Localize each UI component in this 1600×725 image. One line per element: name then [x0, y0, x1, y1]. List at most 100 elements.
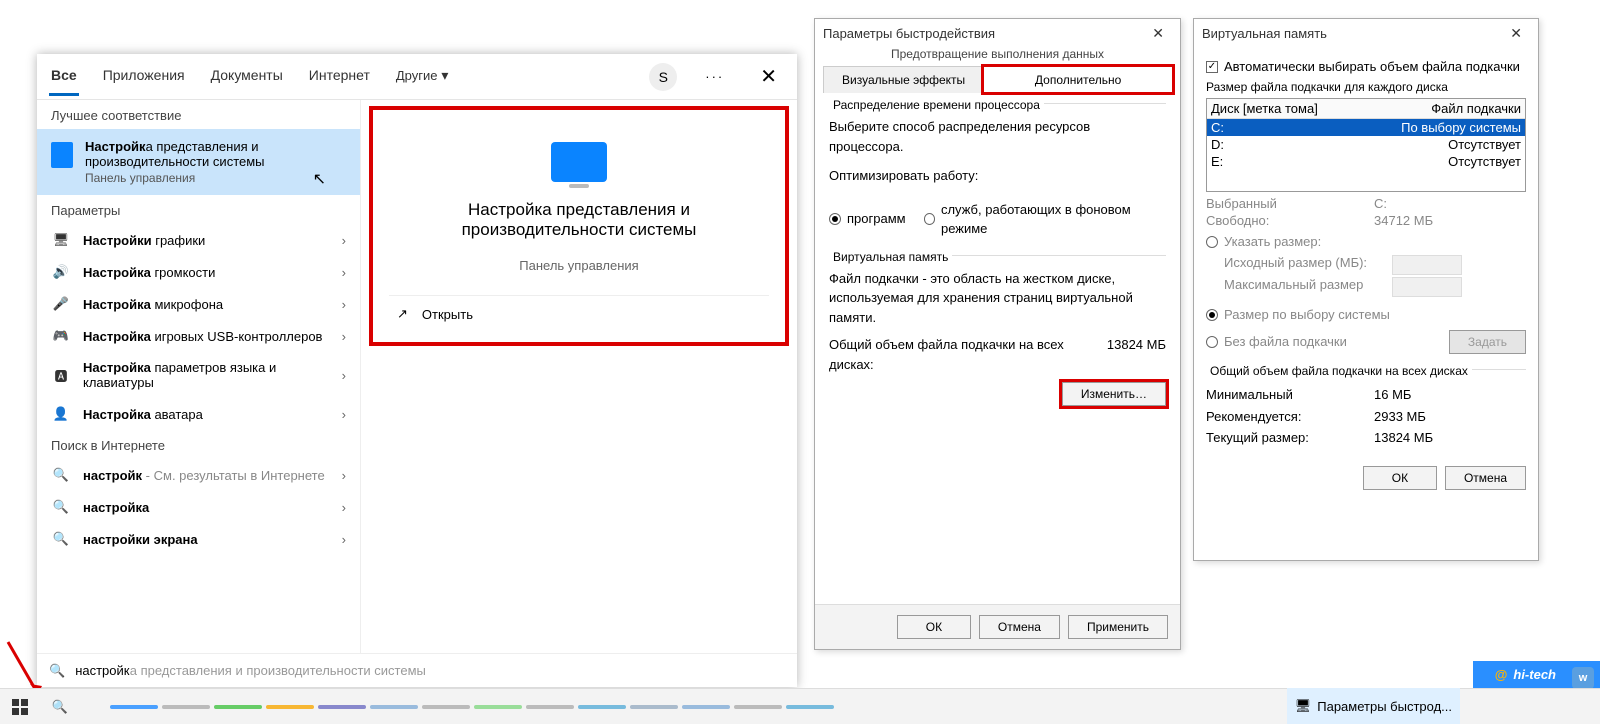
- search-icon: 🔍: [49, 663, 65, 679]
- settings-result-item[interactable]: 🅰Настройка параметров языка и клавиатуры…: [37, 352, 360, 398]
- disk-row[interactable]: D:Отсутствует: [1207, 136, 1525, 153]
- disk-row[interactable]: E:Отсутствует: [1207, 153, 1525, 170]
- min-label: Минимальный: [1206, 385, 1356, 405]
- vm-total-value: 13824 МБ: [1107, 335, 1166, 374]
- tab-advanced[interactable]: Дополнительно: [983, 66, 1173, 93]
- auto-manage-checkbox[interactable]: ✓Автоматически выбирать объем файла подк…: [1206, 59, 1526, 74]
- taskbar-apps-strip: [110, 705, 834, 709]
- search-typed-text: настройк: [75, 663, 130, 678]
- cpu-description: Выберите способ распределения ресурсов п…: [829, 117, 1166, 156]
- radio-programs[interactable]: программ: [829, 200, 906, 239]
- search-tab-all[interactable]: Все: [49, 57, 79, 96]
- ok-button[interactable]: ОК: [897, 615, 971, 639]
- search-button[interactable]: 🔍: [40, 689, 80, 725]
- chevron-right-icon: ›: [342, 233, 346, 248]
- chevron-right-icon: ›: [342, 329, 346, 344]
- open-label: Открыть: [422, 307, 473, 322]
- open-action[interactable]: ↗ Открыть: [389, 295, 769, 332]
- search-tab-web[interactable]: Интернет: [307, 57, 372, 96]
- vm-description: Файл подкачки - это область на жестком д…: [829, 269, 1166, 328]
- disk-row[interactable]: C:По выбору системы: [1207, 119, 1525, 136]
- max-size-label: Максимальный размер: [1224, 277, 1374, 297]
- rec-label: Рекомендуется:: [1206, 407, 1356, 427]
- radio-system-managed[interactable]: Размер по выбору системы: [1206, 307, 1526, 322]
- tab-visual-effects[interactable]: Визуальные эффекты: [823, 66, 984, 93]
- performance-options-dialog: Параметры быстродействия✕ Предотвращение…: [814, 18, 1181, 650]
- rec-value: 2933 МБ: [1374, 407, 1426, 427]
- apply-button[interactable]: Применить: [1068, 615, 1168, 639]
- hero-subtitle: Панель управления: [519, 258, 638, 273]
- vm-total-label: Общий объем файла подкачки на всех диска…: [829, 335, 1107, 374]
- cur-value: 13824 МБ: [1374, 428, 1433, 448]
- settings-header: Параметры: [37, 195, 360, 224]
- web-result-item[interactable]: 🔍настройк - См. результаты в Интернете›: [37, 459, 360, 491]
- change-button[interactable]: Изменить…: [1062, 382, 1166, 406]
- chevron-right-icon: ›: [342, 297, 346, 312]
- mouse-cursor-icon: ↖: [313, 169, 326, 189]
- vm-group-title: Виртуальная память: [829, 250, 952, 264]
- user-avatar[interactable]: S: [649, 63, 677, 91]
- chevron-right-icon: ›: [342, 468, 346, 483]
- hi-tech-watermark: @hi-techw: [1473, 661, 1600, 688]
- ok-button[interactable]: ОК: [1363, 466, 1437, 490]
- settings-result-item[interactable]: 🎤Настройка микрофона›: [37, 288, 360, 320]
- cancel-button[interactable]: Отмена: [1445, 466, 1526, 490]
- taskbar: 🔍 🖥Параметры быстрод...: [0, 688, 1600, 724]
- monitor-icon: [551, 142, 607, 182]
- total-group-title: Общий объем файла подкачки на всех диска…: [1206, 364, 1472, 378]
- search-tab-more[interactable]: Другие ▾: [394, 57, 451, 97]
- cpu-group-title: Распределение времени процессора: [829, 98, 1044, 112]
- taskbar-app-label: Параметры быстрод...: [1317, 699, 1452, 714]
- radio-icon: [829, 213, 841, 225]
- best-match-subtitle: Панель управления: [85, 171, 346, 185]
- result-icon: 🖥: [51, 232, 71, 248]
- start-button[interactable]: [0, 689, 40, 725]
- close-icon[interactable]: ✕: [1144, 23, 1172, 44]
- radio-custom-size[interactable]: Указать размер:: [1206, 234, 1526, 249]
- web-header: Поиск в Интернете: [37, 430, 360, 459]
- min-value: 16 МБ: [1374, 385, 1411, 405]
- tab-overflow-label: Предотвращение выполнения данных: [815, 47, 1180, 61]
- search-suggestion-ghost: а представления и производительности сис…: [130, 663, 426, 678]
- chevron-right-icon: ›: [342, 532, 346, 547]
- virtual-memory-dialog: Виртуальная память ✕ ✓Автоматически выбир…: [1193, 18, 1539, 561]
- settings-result-item[interactable]: 🖥Настройки графики›: [37, 224, 360, 256]
- settings-result-item[interactable]: 👤Настройка аватара›: [37, 398, 360, 430]
- col-file-header: Файл подкачки: [1431, 101, 1521, 116]
- search-tab-docs[interactable]: Документы: [209, 57, 285, 96]
- checkbox-icon: ✓: [1206, 61, 1218, 73]
- search-tab-apps[interactable]: Приложения: [101, 57, 187, 96]
- radio-services[interactable]: служб, работающих в фоновом режиме: [924, 200, 1166, 239]
- radio-no-paging[interactable]: Без файла подкачки: [1206, 334, 1449, 349]
- selected-drive-value: C:: [1374, 196, 1387, 211]
- search-icon: 🔍: [51, 499, 71, 515]
- chevron-right-icon: ›: [342, 500, 346, 515]
- cur-label: Текущий размер:: [1206, 428, 1356, 448]
- max-size-input: [1392, 277, 1462, 297]
- result-icon: 👤: [51, 406, 71, 422]
- web-result-item[interactable]: 🔍настройка›: [37, 491, 360, 523]
- close-icon[interactable]: ✕: [752, 60, 785, 93]
- result-icon: 🔊: [51, 264, 71, 280]
- search-input-bar[interactable]: 🔍 настройка представления и производител…: [37, 653, 797, 687]
- hero-title: Настройка представления и производительн…: [389, 200, 769, 240]
- dialog-title: Виртуальная память: [1202, 26, 1327, 41]
- web-result-item[interactable]: 🔍настройки экрана›: [37, 523, 360, 555]
- radio-icon: [924, 213, 935, 225]
- close-icon[interactable]: ✕: [1502, 23, 1530, 44]
- settings-result-item[interactable]: 🔊Настройка громкости›: [37, 256, 360, 288]
- result-icon: 🅰: [51, 366, 71, 385]
- initial-size-input: [1392, 255, 1462, 275]
- search-icon: 🔍: [51, 467, 71, 483]
- cancel-button[interactable]: Отмена: [979, 615, 1060, 639]
- chevron-right-icon: ›: [342, 368, 346, 383]
- more-icon[interactable]: ···: [699, 65, 730, 88]
- free-space-label: Свободно:: [1206, 213, 1356, 228]
- start-search-flyout: Все Приложения Документы Интернет Другие…: [37, 54, 797, 687]
- set-button: Задать: [1449, 330, 1526, 354]
- best-match-prefix: Настройк: [85, 139, 146, 154]
- taskbar-app-perfoptions[interactable]: 🖥Параметры быстрод...: [1287, 688, 1460, 724]
- best-match-item[interactable]: Настройка представления и производительн…: [37, 129, 360, 195]
- disk-list[interactable]: Диск [метка тома]Файл подкачки C:По выбо…: [1206, 98, 1526, 192]
- settings-result-item[interactable]: 🎮Настройка игровых USB-контроллеров›: [37, 320, 360, 352]
